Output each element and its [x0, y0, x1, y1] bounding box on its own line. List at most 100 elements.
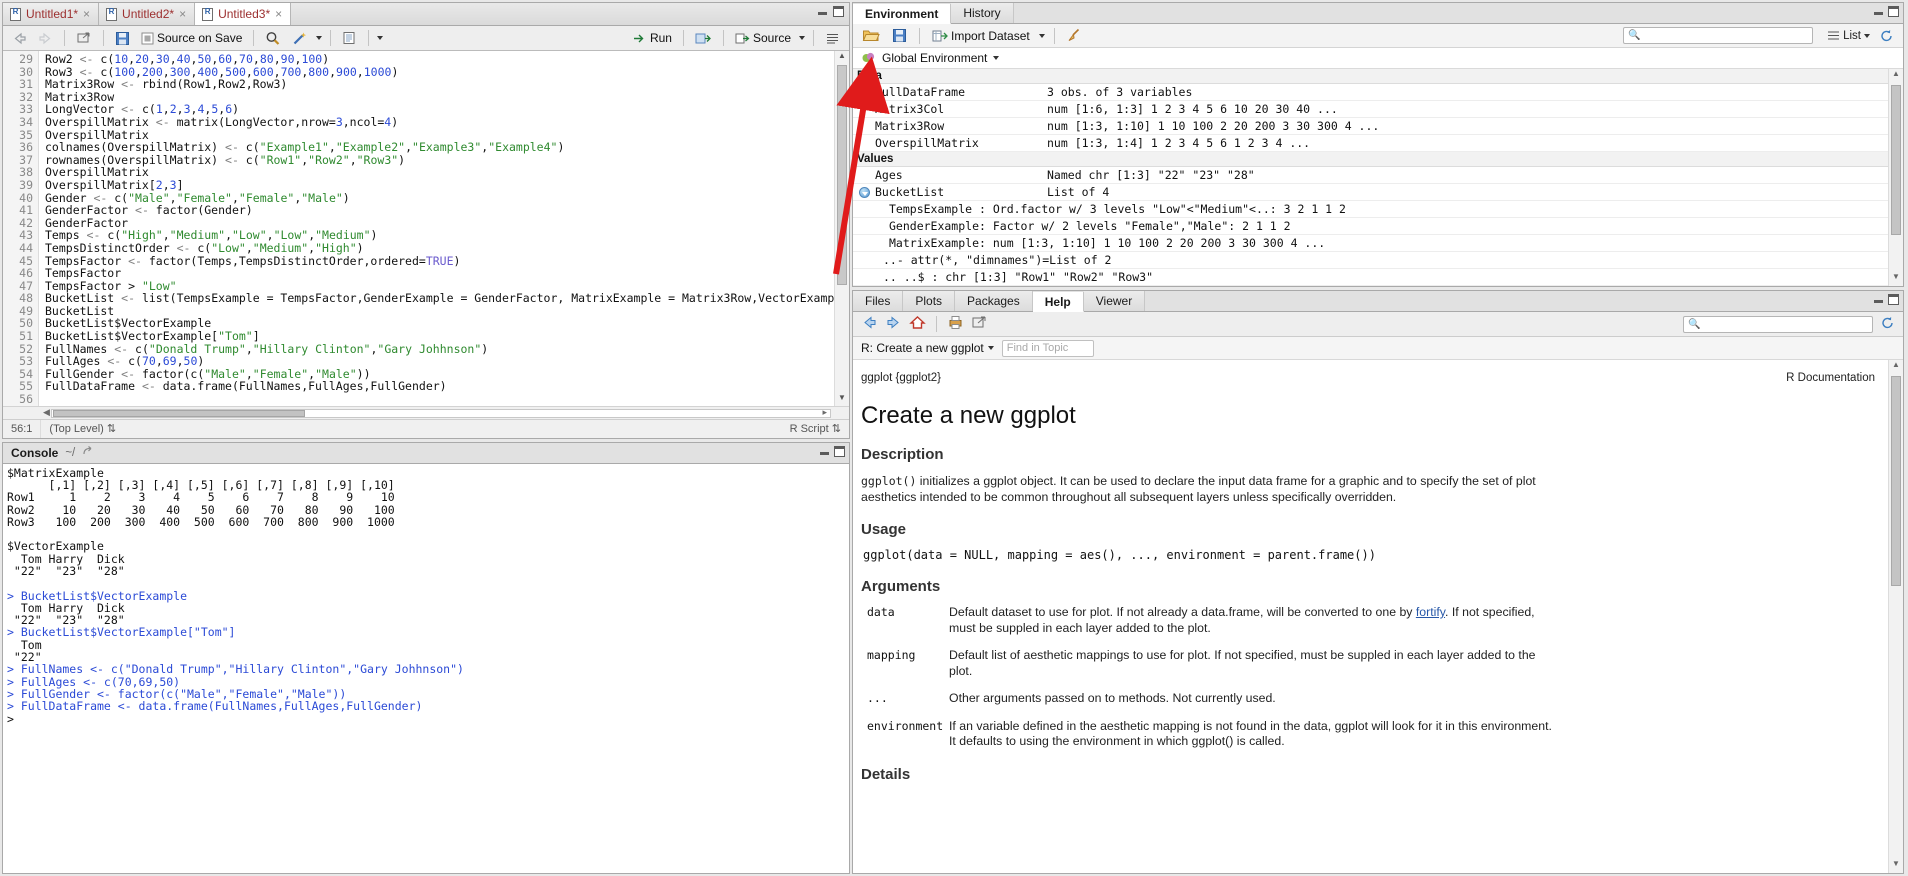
help-tabbar: Files Plots Packages Help Viewer	[853, 291, 1903, 312]
refresh-icon[interactable]	[1880, 316, 1895, 333]
rerun-icon[interactable]	[692, 31, 715, 46]
env-row[interactable]: GenderExample: Factor w/ 2 levels "Femal…	[853, 217, 1903, 235]
close-icon[interactable]: ×	[83, 8, 90, 20]
expander-icon[interactable]	[859, 87, 870, 98]
popout-icon[interactable]	[971, 315, 988, 333]
editor-scroll-thumb[interactable]	[837, 65, 847, 285]
env-section-title: Data	[853, 69, 1903, 84]
import-dataset-button[interactable]: Import Dataset	[929, 28, 1033, 44]
maximize-icon[interactable]	[1888, 294, 1899, 305]
doc-tab-untitled3[interactable]: Untitled3* ×	[195, 3, 292, 25]
refresh-icon[interactable]	[1876, 28, 1897, 44]
chevron-down-icon[interactable]	[1864, 33, 1870, 38]
print-icon[interactable]	[947, 315, 964, 333]
environment-search-input[interactable]: 🔍	[1623, 27, 1814, 44]
hscroll-thumb[interactable]	[53, 409, 305, 417]
search-icon[interactable]	[262, 30, 284, 47]
help-scroll-thumb[interactable]	[1891, 376, 1901, 586]
env-row[interactable]: .. ..$ : chr [1:3] "Row1" "Row2" "Row3"	[853, 268, 1903, 286]
chevron-down-icon[interactable]	[799, 36, 805, 40]
tab-plots[interactable]: Plots	[903, 291, 956, 311]
help-search-field[interactable]	[1700, 318, 1868, 330]
maximize-icon[interactable]	[834, 445, 845, 457]
console-popout-icon[interactable]	[82, 445, 97, 460]
magic-wand-icon[interactable]	[289, 30, 311, 47]
tab-packages[interactable]: Packages	[955, 291, 1033, 311]
scroll-left-icon[interactable]: ◀	[43, 407, 50, 418]
minimize-icon[interactable]	[817, 6, 828, 17]
env-row[interactable]: OverspillMatrix num [1:3, 1:4] 1 2 3 4 5 …	[853, 134, 1903, 152]
help-document[interactable]: ggplot {ggplot2} R Documentation Create …	[853, 360, 1903, 873]
forward-arrow-icon[interactable]	[885, 315, 902, 333]
scope-selector[interactable]: (Top Level) ⇅	[41, 420, 124, 438]
environment-search-field[interactable]	[1640, 29, 1809, 42]
env-row[interactable]: Ages Named chr [1:3] "22" "23" "28"	[853, 166, 1903, 184]
run-button[interactable]: Run	[629, 30, 675, 46]
tab-viewer[interactable]: Viewer	[1083, 291, 1146, 311]
broom-icon[interactable]	[1064, 27, 1086, 44]
scroll-up-icon[interactable]: ▲	[1889, 69, 1903, 83]
scroll-up-icon[interactable]: ▲	[835, 51, 849, 64]
minimize-icon[interactable]	[819, 446, 830, 457]
env-row[interactable]: ..- attr(*, "dimnames")=List of 2	[853, 251, 1903, 269]
expander-icon[interactable]	[859, 187, 870, 198]
save-icon[interactable]	[889, 27, 910, 44]
environment-scroll-thumb[interactable]	[1891, 85, 1901, 235]
tab-history[interactable]: History	[951, 3, 1014, 23]
source-on-save-checkbox[interactable]: Source on Save	[138, 30, 245, 46]
scroll-up-icon[interactable]: ▲	[1889, 360, 1903, 374]
chevron-down-icon[interactable]	[377, 36, 384, 40]
env-row[interactable]: FullDataFrame 3 obs. of 3 variables	[853, 83, 1903, 101]
tab-help[interactable]: Help	[1032, 292, 1084, 312]
env-row[interactable]: BucketList List of 4	[853, 183, 1903, 201]
chevron-down-icon[interactable]	[316, 36, 323, 40]
help-topic-selector[interactable]: R: Create a new ggplot	[861, 341, 994, 355]
tab-environment[interactable]: Environment	[853, 4, 952, 24]
scroll-down-icon[interactable]: ▼	[835, 393, 849, 406]
scroll-right-icon[interactable]: ▸	[822, 407, 827, 418]
close-icon[interactable]: ×	[275, 8, 282, 20]
fortify-link[interactable]: fortify	[1416, 605, 1445, 619]
maximize-icon[interactable]	[833, 6, 844, 17]
minimize-icon[interactable]	[1873, 294, 1884, 305]
tab-files[interactable]: Files	[853, 291, 904, 311]
maximize-icon[interactable]	[1888, 6, 1899, 17]
console-output[interactable]: $MatrixExample [,1] [,2] [,3] [,4] [,5] …	[3, 463, 849, 873]
doc-tab-untitled1[interactable]: Untitled1* ×	[3, 3, 100, 25]
code-text[interactable]: Row2 <- c(10,20,30,40,50,60,70,80,90,100…	[39, 51, 849, 406]
console-path: ~/	[65, 446, 76, 459]
environment-list[interactable]: Data FullDataFrame 3 obs. of 3 variables Ma…	[853, 69, 1903, 286]
help-search-input[interactable]: 🔍	[1683, 315, 1873, 333]
env-row[interactable]: TempsExample : Ord.factor w/ 3 levels "L…	[853, 200, 1903, 218]
source-button[interactable]: Source	[732, 30, 794, 46]
save-icon[interactable]	[112, 30, 133, 47]
compile-report-icon[interactable]	[339, 30, 360, 46]
doc-tab-untitled2[interactable]: Untitled2* ×	[99, 3, 196, 25]
find-in-topic-input[interactable]: Find in Topic	[1001, 339, 1094, 357]
forward-arrow-icon[interactable]	[35, 31, 56, 46]
global-environment-selector[interactable]: Global Environment	[853, 48, 1903, 69]
env-row[interactable]: MatrixExample: num [1:3, 1:10] 1 10 100 …	[853, 234, 1903, 252]
outline-icon[interactable]	[822, 31, 843, 46]
home-icon[interactable]	[909, 315, 926, 333]
back-arrow-icon[interactable]	[9, 31, 30, 46]
back-arrow-icon[interactable]	[861, 315, 878, 333]
chevron-down-icon[interactable]	[987, 346, 994, 350]
help-scrollbar[interactable]: ▲ ▼	[1888, 360, 1903, 873]
chevron-down-icon[interactable]	[1038, 33, 1045, 38]
scroll-down-icon[interactable]: ▼	[1889, 272, 1903, 286]
scroll-down-icon[interactable]: ▼	[1889, 859, 1903, 873]
environment-scrollbar[interactable]: ▲ ▼	[1888, 69, 1903, 286]
close-icon[interactable]: ×	[179, 8, 186, 20]
file-type-selector[interactable]: R Script ⇅	[790, 422, 849, 435]
popout-icon[interactable]	[73, 30, 95, 46]
open-folder-icon[interactable]	[859, 27, 883, 44]
list-view-selector[interactable]: List	[1819, 30, 1870, 42]
chevron-down-icon[interactable]	[993, 56, 1000, 60]
code-editor[interactable]: 29 30 31 32 33 34 35 36 37 38 39 40 41 4…	[3, 51, 849, 406]
minimize-icon[interactable]	[1873, 6, 1884, 17]
env-row[interactable]: Matrix3Row num [1:3, 1:10] 1 10 100 2 20 …	[853, 117, 1903, 135]
editor-horizontal-scrollbar[interactable]: ◀ ▸	[3, 405, 849, 419]
env-row[interactable]: Matrix3Col num [1:6, 1:3] 1 2 3 4 5 6 10 …	[853, 100, 1903, 118]
editor-vertical-scrollbar[interactable]: ▲ ▼	[834, 51, 849, 406]
